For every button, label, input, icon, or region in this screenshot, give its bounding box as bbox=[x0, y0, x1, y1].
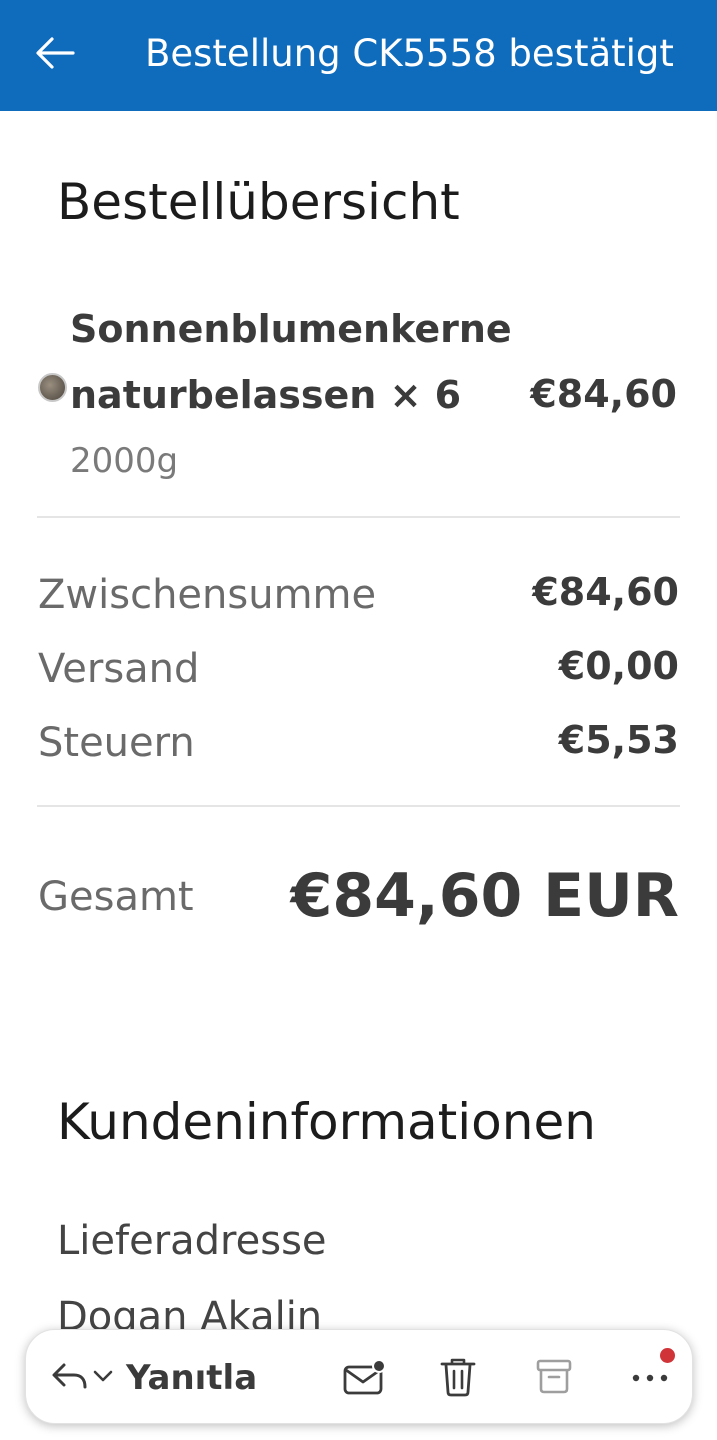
total-label: Gesamt bbox=[38, 874, 194, 920]
total-value: €84,60 EUR bbox=[290, 861, 679, 931]
back-button[interactable] bbox=[26, 26, 84, 84]
subtotal-label: Zwischensumme bbox=[38, 572, 377, 618]
taxes-value: €5,53 bbox=[558, 718, 679, 762]
chevron-down-icon[interactable] bbox=[92, 1368, 114, 1388]
more-options-button[interactable] bbox=[622, 1348, 678, 1406]
email-action-toolbar: Yanıtla bbox=[25, 1329, 693, 1424]
app-header: Bestellung CK5558 bestätigt bbox=[0, 0, 717, 111]
divider bbox=[37, 805, 680, 807]
product-price: €84,60 bbox=[530, 372, 677, 416]
trash-icon bbox=[438, 1355, 478, 1401]
archive-button[interactable] bbox=[526, 1350, 582, 1406]
back-arrow-icon bbox=[35, 36, 75, 74]
order-summary-heading: Bestellübersicht bbox=[57, 173, 460, 231]
archive-icon bbox=[534, 1356, 574, 1400]
reply-label: Yanıtla bbox=[126, 1357, 258, 1398]
reply-icon bbox=[50, 1359, 90, 1397]
product-thumbnail bbox=[38, 373, 67, 402]
shipping-value: €0,00 bbox=[558, 644, 679, 688]
mark-unread-button[interactable] bbox=[336, 1350, 392, 1406]
mail-unread-icon bbox=[342, 1359, 386, 1397]
product-name: Sonnenblumenkerne naturbelassen × 6 bbox=[70, 307, 512, 417]
email-subject-title: Bestellung CK5558 bestätigt bbox=[145, 32, 674, 75]
notification-dot-icon bbox=[660, 1348, 675, 1363]
more-icon bbox=[630, 1369, 670, 1388]
delete-button[interactable] bbox=[430, 1350, 486, 1406]
taxes-label: Steuern bbox=[38, 720, 195, 766]
divider bbox=[37, 516, 680, 518]
customer-info-heading: Kundeninformationen bbox=[57, 1093, 596, 1151]
email-view: Bestellung CK5558 bestätigt Bestellübers… bbox=[0, 0, 717, 1440]
product-variant: 2000g bbox=[70, 441, 179, 481]
shipping-label: Versand bbox=[38, 646, 200, 692]
reply-button[interactable]: Yanıtla bbox=[50, 1350, 257, 1405]
subtotal-value: €84,60 bbox=[532, 570, 679, 614]
shipping-address-label: Lieferadresse bbox=[57, 1218, 327, 1264]
